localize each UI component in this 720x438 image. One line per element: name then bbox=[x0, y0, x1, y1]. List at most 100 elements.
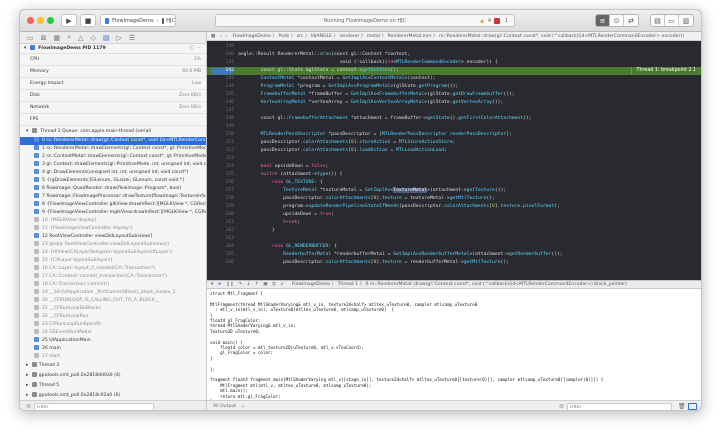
editor-mode-control[interactable]: ≡ ⊙ ⇄ bbox=[595, 14, 639, 27]
stack-frame[interactable]: 8 -[FlowImageViewController glkView:draw… bbox=[20, 201, 206, 209]
gauge-row[interactable]: Disk Zero KB/s bbox=[20, 90, 206, 102]
gauge-row[interactable]: CPU 3% bbox=[20, 54, 206, 66]
disclosure-down-icon[interactable]: ▾ bbox=[26, 129, 28, 134]
view-debugger-icon[interactable]: ▣ bbox=[263, 282, 270, 287]
debug-console[interactable]: struct Mtl_Fragment {MtlFragment(thread … bbox=[207, 289, 701, 400]
stack-frame[interactable]: 19 __34-[UIApplication _firstCommitBlock… bbox=[20, 289, 206, 297]
back-icon[interactable]: ‹ bbox=[220, 34, 224, 39]
gauge-row[interactable]: Network Zero KB/s bbox=[20, 102, 206, 114]
more-icon[interactable]: ⋯ bbox=[197, 44, 202, 54]
line-number: 165 bbox=[225, 252, 234, 257]
navigator-toggle-icon[interactable]: ▤ bbox=[651, 15, 665, 26]
gauge-row[interactable]: Energy Impact Low bbox=[20, 78, 206, 90]
stack-frame[interactable]: 2 rx::ContextMetal::drawElements(gl::Con… bbox=[20, 153, 206, 161]
scheme-selector[interactable]: FlowImageDems › HJC bbox=[100, 14, 176, 27]
stack-frame[interactable]: 17 CA::Context::commit_transaction(CA::T… bbox=[20, 273, 206, 281]
stack-frame[interactable]: 14 -[UIView(CALayerDelegate) layoutSubla… bbox=[20, 249, 206, 257]
run-button[interactable]: ▶ bbox=[61, 14, 77, 27]
stack-frame[interactable]: 11 -[FlowImageViewController display:] bbox=[20, 225, 206, 233]
hide-debug-area-icon[interactable]: ▾ bbox=[207, 282, 216, 287]
stack-frame[interactable]: 18 CA::Transaction::commit() bbox=[20, 281, 206, 289]
stack-frame[interactable]: 20 __CFRUNLOOP_IS_CALLING_OUT_TO_A_BLOCK… bbox=[20, 297, 206, 305]
report-icon[interactable]: ☰ bbox=[129, 34, 135, 42]
stack-frame[interactable]: 10 -[MGLKView display] bbox=[20, 217, 206, 225]
close-window-button[interactable] bbox=[27, 17, 34, 24]
inspector-toggle-icon[interactable]: ▥ bbox=[679, 15, 693, 26]
find-icon[interactable]: ⌕ bbox=[67, 33, 71, 42]
disclosure-right-icon[interactable]: ▸ bbox=[26, 373, 28, 378]
thread-row[interactable]: ▸ Thread 5 bbox=[20, 381, 206, 391]
stack-frame[interactable]: 25 UIApplicationMain bbox=[20, 337, 206, 345]
pause-icon[interactable]: ❙❙ bbox=[226, 282, 237, 287]
stack-frame[interactable]: 21 __CFRunLoopDoBlocks bbox=[20, 305, 206, 313]
stack-frame[interactable]: 16 CA::Layer::layout_if_needed(CA::Trans… bbox=[20, 265, 206, 273]
code-token: TextureMetal bbox=[283, 188, 318, 193]
step-out-icon[interactable]: ↑ bbox=[255, 282, 262, 287]
gauge-row[interactable]: Memory 60.6 MB bbox=[20, 66, 206, 78]
zoom-window-button[interactable] bbox=[47, 17, 54, 24]
stack-frame[interactable]: 13 @objc RootViewController.viewDidLayou… bbox=[20, 241, 206, 249]
step-over-icon[interactable]: ↷ bbox=[238, 282, 245, 287]
location-icon[interactable]: ➶ bbox=[280, 282, 290, 287]
stop-button[interactable]: ■ bbox=[80, 14, 96, 27]
stack-frame[interactable]: 24 GSEventRunModal bbox=[20, 329, 206, 337]
stack-frame[interactable]: 7 flowimage::FlowImageProcessor::drawTex… bbox=[20, 193, 206, 201]
stack-frame[interactable]: 22 __CFRunLoopRun bbox=[20, 313, 206, 321]
info-icon[interactable]: ⓘ bbox=[189, 44, 194, 54]
source-editor[interactable]: 139 140 angle::Result RendererMetal::draw(… bbox=[207, 41, 701, 280]
step-into-icon[interactable]: ↓ bbox=[247, 282, 254, 287]
breakpoints-toggle-icon[interactable]: ➤ bbox=[218, 282, 225, 287]
memory-graph-icon[interactable]: ⛭ bbox=[272, 282, 279, 287]
stack-frame[interactable]: 15 -[CALayer layoutSublayers] bbox=[20, 257, 206, 265]
test-icon[interactable]: ◇ bbox=[90, 34, 95, 42]
related-items-icon[interactable]: ▦ bbox=[207, 34, 218, 39]
stack-frame[interactable]: 23 CFRunLoopRunSpecific bbox=[20, 321, 206, 329]
stack-frame[interactable]: 26 main bbox=[20, 345, 206, 353]
process-row[interactable]: ▾ FlowImageDems PID 1179 ⓘ ⋯ bbox=[20, 44, 206, 54]
forward-icon[interactable]: › bbox=[225, 34, 231, 39]
issue-nav-icon[interactable]: △ bbox=[78, 34, 83, 42]
disclosure-right-icon[interactable]: ▸ bbox=[26, 383, 28, 388]
console-filter-input[interactable] bbox=[567, 403, 672, 410]
trash-icon[interactable]: 🗑︎ bbox=[678, 403, 686, 410]
thread-row[interactable]: ▸ Thread 3 bbox=[20, 361, 206, 371]
process-name: FlowImageDems PID 1179 bbox=[38, 46, 106, 51]
jump-path[interactable]: FlowImageDemo 〉 Pods 〉 src 〉 libANGLE 〉 … bbox=[232, 34, 683, 39]
panel-toggle-control[interactable]: ▤ ▭ ▥ bbox=[650, 14, 694, 27]
debug-nav-icon[interactable]: ▤ bbox=[103, 34, 110, 42]
breakpoint-nav-icon[interactable]: ▷ bbox=[116, 34, 121, 42]
stack-frame[interactable]: 5 -[rgDrawElements:]GLenum, GLsizei, GLe… bbox=[20, 177, 206, 185]
stack-frame-list: 0 rx::RendererMetal::draw(gl::Context co… bbox=[20, 137, 206, 361]
stack-frame[interactable]: 4 gl::DrawElements(unsigned int, int, un… bbox=[20, 169, 206, 177]
thread-row[interactable]: ▸ gputools.smt_poll.0x2818dd0a0 (4) bbox=[20, 371, 206, 381]
debug-area-toggle-icon[interactable]: ▭ bbox=[665, 15, 679, 26]
stack-frame[interactable]: 27 start bbox=[20, 353, 206, 361]
minimize-window-button[interactable] bbox=[37, 17, 44, 24]
symbol-icon[interactable]: ▦ bbox=[54, 34, 61, 42]
thread-1-row[interactable]: ▾ Thread 1 Queue: com.apple.main-thread … bbox=[20, 127, 206, 137]
stack-frame[interactable]: 1 rx::RendererMetal::drawElements(gl::Co… bbox=[20, 145, 206, 153]
version-editor-icon[interactable]: ⇄ bbox=[624, 15, 638, 26]
stack-frame[interactable]: 6 flowimage::QuadRender::draw(flowimage:… bbox=[20, 185, 206, 193]
navigator-filter-input[interactable] bbox=[34, 403, 154, 410]
stack-frame[interactable]: 3 gl::Context::drawElements(gl::Primitiv… bbox=[20, 161, 206, 169]
assistant-editor-icon[interactable]: ⊙ bbox=[610, 15, 624, 26]
code-token: *vertexArray = bbox=[305, 100, 351, 105]
source-control-icon[interactable]: ⊠ bbox=[41, 34, 47, 42]
standard-editor-icon[interactable]: ≡ bbox=[596, 15, 610, 26]
stack-frame[interactable]: 9 -[FlowImageViewController mglkView:dra… bbox=[20, 209, 206, 217]
debug-path[interactable]: FlowImageDemo 〉 Thread 1 〉 0 rx::Rendere… bbox=[292, 282, 627, 287]
frame-icon bbox=[34, 353, 39, 358]
gauge-row[interactable]: FPS bbox=[20, 114, 206, 126]
code-line: void (^callback)(id<MTLRenderCommandEnco… bbox=[238, 59, 498, 67]
stack-frame[interactable]: 12 RootViewController viewDidLayoutSubvi… bbox=[20, 233, 206, 241]
split-view-icon[interactable] bbox=[688, 403, 697, 410]
folder-icon[interactable]: ▭ bbox=[27, 34, 34, 42]
code-line: ProgramMetal *program = GetImplAs<Progra… bbox=[238, 83, 459, 91]
jump-bar[interactable]: ▦ ‹ › FlowImageDemo 〉 Pods 〉 src 〉 libAN… bbox=[207, 32, 701, 41]
output-selector[interactable]: All Output bbox=[213, 404, 236, 409]
disclosure-down-icon[interactable]: ▾ bbox=[24, 46, 26, 51]
disclosure-right-icon[interactable]: ▸ bbox=[26, 393, 28, 398]
disclosure-right-icon[interactable]: ▸ bbox=[26, 363, 28, 368]
stack-frame[interactable]: 0 rx::RendererMetal::draw(gl::Context co… bbox=[20, 137, 206, 145]
